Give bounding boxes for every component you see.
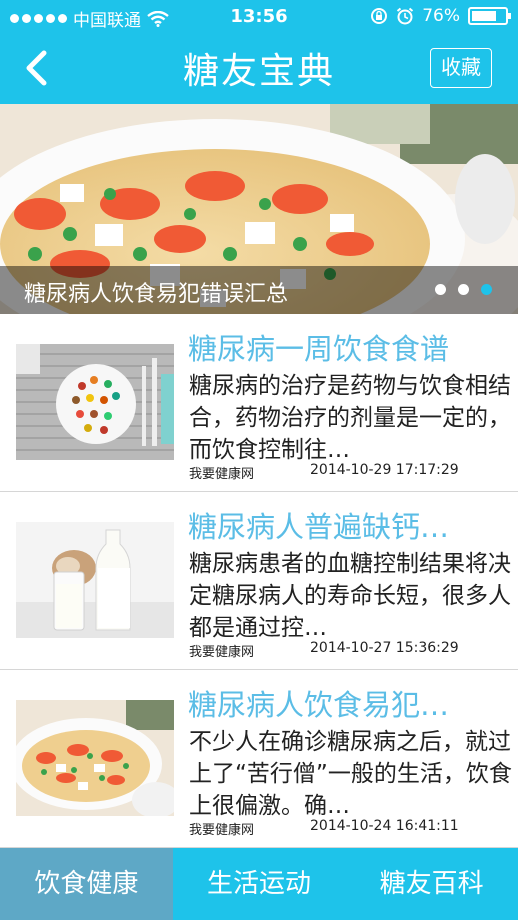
tab-diet-health[interactable]: 饮食健康 xyxy=(0,848,173,920)
article-thumbnail xyxy=(16,344,174,460)
tab-life-exercise[interactable]: 生活运动 xyxy=(173,848,346,920)
article-summary: 糖尿病患者的血糖控制结果将决定糖尿病人的寿命长短，很多人都是通过控… xyxy=(189,551,511,641)
bottom-tab-bar: 饮食健康 生活运动 糖友百科 xyxy=(0,848,518,920)
article-date: 2014-10-27 15:36:29 xyxy=(310,640,459,656)
article-item[interactable]: 糖尿病人普遍缺钙… 糖尿病患者的血糖控制结果将决定糖尿病人的寿命长短，很多人都是… xyxy=(0,492,518,670)
banner-caption: 糖尿病人饮食易犯错误汇总 xyxy=(24,282,289,307)
pager-dot-active[interactable] xyxy=(481,284,492,295)
article-thumbnail xyxy=(16,700,174,816)
favorite-button[interactable]: 收藏 xyxy=(430,48,492,88)
article-title[interactable]: 糖尿病一周饮食食谱 xyxy=(188,326,510,368)
alarm-icon xyxy=(397,7,414,25)
article-summary: 糖尿病的治疗是药物与饮食相结合，药物治疗的剂量是一定的，而饮食控制往… xyxy=(189,373,511,463)
article-title[interactable]: 糖尿病人饮食易犯… xyxy=(188,682,510,724)
article-item[interactable]: 糖尿病人饮食易犯… 不少人在确诊糖尿病之后，就过上了“苦行僧”一般的生活，饮食上… xyxy=(0,670,518,848)
status-bar: 中国联通 13:56 76% xyxy=(0,0,518,34)
battery-percent: 76% xyxy=(422,6,460,26)
article-item[interactable]: 糖尿病一周饮食食谱 糖尿病的治疗是药物与饮食相结合，药物治疗的剂量是一定的，而饮… xyxy=(0,314,518,492)
pager-dot[interactable] xyxy=(458,284,469,295)
status-right: 76% xyxy=(370,6,511,26)
tab-diabetes-encyclopedia[interactable]: 糖友百科 xyxy=(345,848,518,920)
banner-carousel[interactable]: 糖尿病人饮食易犯错误汇总 xyxy=(0,104,518,314)
banner-caption-bar: 糖尿病人饮食易犯错误汇总 xyxy=(0,266,518,314)
battery-icon xyxy=(468,7,511,25)
article-date: 2014-10-29 17:17:29 xyxy=(310,462,459,478)
article-source: 我要健康网 xyxy=(189,467,255,482)
article-source: 我要健康网 xyxy=(189,645,255,660)
article-date: 2014-10-24 16:41:11 xyxy=(310,818,459,834)
article-summary: 不少人在确诊糖尿病之后，就过上了“苦行僧”一般的生活，饮食上很偏激。确… xyxy=(189,729,512,819)
header: 中国联通 13:56 76% 糖友宝典 收藏 xyxy=(0,0,518,104)
article-source: 我要健康网 xyxy=(189,823,255,838)
article-title[interactable]: 糖尿病人普遍缺钙… xyxy=(188,504,510,546)
article-thumbnail xyxy=(16,522,174,638)
rotation-lock-icon xyxy=(371,8,388,24)
carousel-pager[interactable] xyxy=(435,284,492,295)
article-list: 糖尿病一周饮食食谱 糖尿病的治疗是药物与饮食相结合，药物治疗的剂量是一定的，而饮… xyxy=(0,314,518,848)
pager-dot[interactable] xyxy=(435,284,446,295)
